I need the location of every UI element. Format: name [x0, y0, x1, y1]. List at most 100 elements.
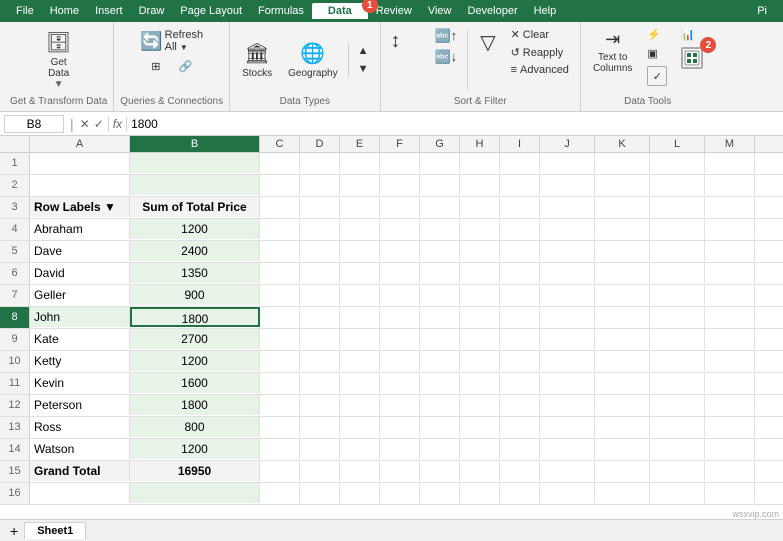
cell-reference-input[interactable] [4, 115, 64, 133]
ribbon-group-queries: 🔄 Refresh All ▼ ⊞ 🔗 Queries & Connection… [114, 22, 230, 111]
get-data-icon: 🗄 [46, 30, 71, 55]
cell-grand-total-label[interactable]: Grand Total [30, 461, 130, 481]
menu-pi[interactable]: Pi [749, 3, 775, 19]
row-num-corner [0, 136, 30, 152]
col-header-m[interactable]: M [705, 136, 755, 152]
data-type-down-button[interactable]: ▼ [353, 61, 374, 77]
stocks-icon: 🏛 [244, 41, 269, 66]
menu-insert[interactable]: Insert [87, 3, 131, 19]
cell-grand-total-value[interactable]: 16950 [130, 461, 260, 481]
watermark: wsxvip.com [732, 509, 779, 519]
edit-links-icon: 🔗 [178, 60, 192, 73]
advanced-button[interactable]: ≡ Advanced [506, 62, 574, 78]
cell-b1[interactable] [130, 153, 260, 173]
sort-za-button[interactable]: 🔤↓ [431, 47, 462, 67]
cell-b8-selected[interactable]: 1800 [130, 307, 260, 327]
get-data-button[interactable]: 🗄 Get Data ▼ [39, 27, 79, 93]
cancel-icon[interactable]: ✕ [80, 117, 90, 131]
flash-fill-button[interactable]: ⚡ [642, 26, 672, 43]
sort-filter-label: Sort & Filter [454, 96, 507, 107]
refresh-all-button[interactable]: 🔄 Refresh All ▼ [134, 26, 209, 56]
text-to-columns-button[interactable]: ⇥ Text to Columns [587, 26, 638, 77]
menu-page-layout[interactable]: Page Layout [172, 3, 250, 19]
data-types-label: Data Types [280, 96, 330, 107]
reapply-icon: ↺ [511, 46, 520, 59]
col-header-f[interactable]: F [380, 136, 420, 152]
clear-button[interactable]: ✕ Clear [506, 26, 574, 43]
sheet-tab-sheet1[interactable]: Sheet1 [24, 522, 86, 539]
col-header-l[interactable]: L [650, 136, 705, 152]
col-header-b[interactable]: B [130, 136, 260, 152]
menu-view[interactable]: View [420, 3, 460, 19]
forecast-icon [681, 47, 703, 69]
what-if-icon: 📊 [681, 28, 695, 41]
col-header-j[interactable]: J [540, 136, 595, 152]
row-num-1: 1 [0, 153, 30, 174]
table-row: 7 Geller 900 [0, 285, 783, 307]
cell-c1[interactable] [260, 153, 300, 173]
filter-button[interactable]: ▽ [474, 26, 501, 59]
data-type-up-button[interactable]: ▲ [353, 43, 374, 59]
sort-button[interactable]: ↕ [387, 26, 427, 57]
forecast-button[interactable]: 2 [676, 45, 708, 71]
cell-row-labels[interactable]: Row Labels ▼ [30, 197, 130, 217]
table-row: 13 Ross 800 [0, 417, 783, 439]
cell-b4[interactable]: 1200 [130, 219, 260, 239]
table-row: 4 Abraham 1200 [0, 219, 783, 241]
ribbon-group-data-tools: ⇥ Text to Columns ⚡ ▣ ✓ 📊 [581, 22, 714, 111]
table-row: 10 Ketty 1200 [0, 351, 783, 373]
confirm-icon[interactable]: ✓ [94, 117, 104, 131]
sort-za-icon: 🔤↓ [435, 49, 458, 65]
formula-input[interactable] [131, 117, 779, 131]
menu-help[interactable]: Help [526, 3, 565, 19]
cell-a1[interactable] [30, 153, 130, 173]
menu-bar: File Home Insert Draw Page Layout Formul… [0, 0, 783, 22]
edit-links-button[interactable]: 🔗 [173, 58, 197, 75]
table-row: 11 Kevin 1600 [0, 373, 783, 395]
stocks-button[interactable]: 🏛 Stocks [236, 38, 278, 82]
reapply-button[interactable]: ↺ Reapply [506, 44, 574, 61]
table-row: 1 [0, 153, 783, 175]
get-transform-label: Get & Transform Data [10, 96, 107, 107]
text-to-columns-icon: ⇥ [605, 29, 620, 50]
cell-watson[interactable]: Watson [30, 439, 130, 459]
grid-body: 1 2 [0, 153, 783, 505]
table-row: 6 David 1350 [0, 263, 783, 285]
col-header-c[interactable]: C [260, 136, 300, 152]
add-sheet-button[interactable]: + [4, 523, 24, 539]
properties-button[interactable]: ⊞ [146, 58, 165, 75]
menu-file[interactable]: File [8, 3, 42, 19]
cell-a4[interactable]: Abraham [30, 219, 130, 239]
data-tools-badge: 2 [700, 37, 716, 53]
col-header-d[interactable]: D [300, 136, 340, 152]
sort-az-icon: 🔤↑ [435, 28, 458, 44]
geography-button[interactable]: 🌐 Geography [282, 38, 343, 82]
column-headers: A B C D E F G H I J K L M [0, 136, 783, 153]
col-header-i[interactable]: I [500, 136, 540, 152]
col-header-g[interactable]: G [420, 136, 460, 152]
geography-icon: 🌐 [300, 41, 325, 66]
menu-formulas[interactable]: Formulas [250, 3, 312, 19]
table-row: 5 Dave 2400 [0, 241, 783, 263]
formula-separator: | [68, 116, 76, 132]
data-tools-label: Data Tools [624, 96, 671, 107]
col-header-h[interactable]: H [460, 136, 500, 152]
remove-duplicates-button[interactable]: ▣ [642, 45, 672, 62]
menu-home[interactable]: Home [42, 3, 87, 19]
fx-label: fx [108, 117, 127, 131]
data-validation-button[interactable]: ✓ [642, 64, 672, 88]
cell-sum-total-price[interactable]: Sum of Total Price [130, 197, 260, 217]
ribbon: 🗄 Get Data ▼ Get & Transform Data 🔄 Refr… [0, 22, 783, 112]
ribbon-group-get-transform: 🗄 Get Data ▼ Get & Transform Data [4, 22, 114, 111]
queries-label: Queries & Connections [120, 96, 223, 107]
menu-draw[interactable]: Draw [131, 3, 173, 19]
menu-data[interactable]: Data 1 [312, 3, 368, 19]
sort-az-button[interactable]: 🔤↑ [431, 26, 462, 46]
remove-dup-icon: ▣ [647, 47, 657, 60]
col-header-k[interactable]: K [595, 136, 650, 152]
col-header-e[interactable]: E [340, 136, 380, 152]
menu-developer[interactable]: Developer [459, 3, 525, 19]
table-row: 14 Watson 1200 [0, 439, 783, 461]
data-val-icon: ✓ [647, 66, 667, 86]
col-header-a[interactable]: A [30, 136, 130, 152]
